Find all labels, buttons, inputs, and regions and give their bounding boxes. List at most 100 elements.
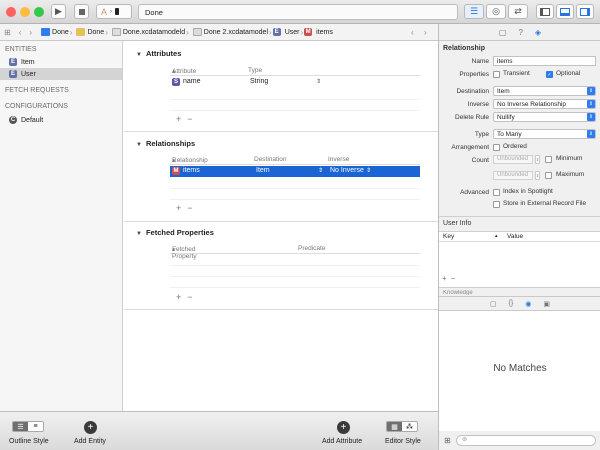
maximum-stepper[interactable]: ⇕ bbox=[535, 171, 540, 180]
graph-style-icon[interactable]: ⁂ bbox=[402, 422, 417, 431]
attributes-add-remove[interactable]: +− bbox=[176, 114, 199, 124]
chevron-updown-icon[interactable]: ⇕ bbox=[366, 167, 371, 174]
relationship-destination[interactable]: Item bbox=[256, 167, 270, 174]
file-template-icon[interactable]: ▢ bbox=[490, 300, 497, 308]
maximum-count-field[interactable]: Unbounded bbox=[493, 171, 533, 180]
stop-button[interactable] bbox=[74, 4, 89, 19]
toggle-navigator-button[interactable] bbox=[536, 4, 554, 19]
relationships-section-title[interactable]: ▼ Relationships bbox=[136, 139, 195, 148]
add-attribute-label[interactable]: Add Attribute bbox=[322, 438, 362, 445]
zoom-window-button[interactable] bbox=[34, 7, 44, 17]
relationship-row-selected[interactable]: M items Item ⇕ No Inverse ⇕ bbox=[170, 166, 420, 177]
attributes-section-title[interactable]: ▼ Attributes bbox=[136, 49, 181, 58]
object-library-icon[interactable]: ◉ bbox=[525, 300, 531, 308]
table-style-icon[interactable]: ▦ bbox=[387, 422, 402, 431]
destination-column-header[interactable]: Destination bbox=[254, 156, 287, 163]
bottom-panel-icon bbox=[560, 7, 570, 16]
predicate-column-header[interactable]: Predicate bbox=[298, 245, 325, 252]
file-inspector-icon[interactable]: ▢ bbox=[499, 28, 507, 37]
delete-rule-popup[interactable]: Nullify ⇕ bbox=[493, 112, 596, 122]
disclosure-triangle-icon[interactable]: ▼ bbox=[136, 52, 142, 58]
maximum-checkbox[interactable] bbox=[545, 172, 552, 179]
chevron-updown-icon[interactable]: ⇕ bbox=[318, 167, 323, 174]
breadcrumb-folder[interactable]: Done bbox=[87, 29, 104, 36]
breadcrumb-project[interactable]: Done bbox=[52, 29, 69, 36]
close-window-button[interactable] bbox=[6, 7, 16, 17]
relationship-inverse[interactable]: No Inverse bbox=[330, 167, 364, 174]
add-entity-label[interactable]: Add Entity bbox=[74, 438, 106, 445]
back-icon[interactable]: ‹ bbox=[15, 28, 26, 37]
type-column-header[interactable]: Type bbox=[248, 67, 262, 74]
entity-navigator: ENTITIES E Item E User FETCH REQUESTS CO… bbox=[0, 41, 123, 411]
minimum-checkbox[interactable] bbox=[545, 156, 552, 163]
optional-checkbox[interactable]: ✓ bbox=[546, 71, 553, 78]
editor-style-segmented[interactable]: ▦ ⁂ bbox=[386, 421, 418, 432]
breadcrumb-xcdatamodeld[interactable]: Done.xcdatamodeld bbox=[123, 29, 185, 36]
run-button[interactable]: ▶ bbox=[51, 4, 66, 19]
fetched-properties-add-remove[interactable]: +− bbox=[176, 292, 199, 302]
breadcrumb-relationship[interactable]: items bbox=[316, 29, 333, 36]
relationships-add-remove[interactable]: +− bbox=[176, 203, 199, 213]
inverse-popup[interactable]: No Inverse Relationship ⇕ bbox=[493, 99, 596, 109]
type-popup[interactable]: To Many ⇕ bbox=[493, 129, 596, 139]
forward-icon[interactable]: › bbox=[25, 28, 36, 37]
disclosure-triangle-icon[interactable]: ▼ bbox=[136, 142, 142, 148]
user-info-title: User Info bbox=[443, 220, 472, 227]
chevron-updown-icon: ⇕ bbox=[587, 87, 595, 95]
inverse-column-header[interactable]: Inverse bbox=[328, 156, 349, 163]
value-column-header[interactable]: Value bbox=[507, 233, 523, 240]
quick-help-icon[interactable]: ? bbox=[518, 28, 522, 37]
grid-view-icon[interactable]: ⊞ bbox=[444, 436, 451, 445]
hierarchy-style-icon[interactable]: ≡ bbox=[28, 422, 43, 431]
attribute-row[interactable]: S name String ⇕ bbox=[170, 77, 420, 88]
disclosure-triangle-icon[interactable]: ▼ bbox=[136, 231, 142, 237]
library-tabs: ▢ {} ◉ ▣ bbox=[439, 296, 600, 311]
to-many-relationship-icon: M bbox=[172, 167, 180, 175]
fetched-properties-section-title[interactable]: ▼ Fetched Properties bbox=[136, 228, 214, 237]
minimum-count-field[interactable]: Unbounded bbox=[493, 155, 533, 164]
toggle-debug-button[interactable] bbox=[556, 4, 574, 19]
ordered-checkbox[interactable] bbox=[493, 144, 500, 151]
entity-icon: E bbox=[272, 28, 281, 36]
chevron-updown-icon[interactable]: ⇕ bbox=[316, 78, 321, 85]
transient-checkbox[interactable] bbox=[493, 71, 500, 78]
media-library-icon[interactable]: ▣ bbox=[543, 300, 550, 308]
relationship-column-header[interactable]: Relationship ▴ bbox=[172, 156, 208, 164]
entities-header: ENTITIES bbox=[5, 46, 37, 53]
fetched-properties-table-header: Fetched Property ▴ Predicate bbox=[170, 244, 420, 260]
index-spotlight-checkbox[interactable] bbox=[493, 189, 500, 196]
attribute-column-header[interactable]: Attribute ▴ bbox=[172, 67, 196, 75]
breadcrumb-xcdatamodel[interactable]: Done 2.xcdatamodel bbox=[204, 29, 268, 36]
fetched-property-column-header[interactable]: Fetched Property ▴ bbox=[172, 245, 197, 260]
sidebar-item-entity[interactable]: E Item bbox=[0, 56, 122, 68]
relationship-name-field[interactable]: items bbox=[493, 56, 596, 66]
standard-editor-button[interactable]: ☰ bbox=[464, 4, 484, 19]
code-snippet-icon[interactable]: {} bbox=[509, 300, 514, 307]
version-editor-button[interactable]: ⇄ bbox=[508, 4, 528, 19]
sidebar-item-entity-selected[interactable]: E User bbox=[0, 68, 122, 80]
data-model-inspector-icon[interactable]: ◈ bbox=[535, 28, 541, 37]
destination-popup[interactable]: Item ⇕ bbox=[493, 86, 596, 96]
add-entity-button[interactable]: + bbox=[84, 421, 97, 434]
minimize-window-button[interactable] bbox=[20, 7, 30, 17]
key-column-header[interactable]: Key bbox=[443, 233, 454, 240]
minimum-stepper[interactable]: ⇕ bbox=[535, 155, 540, 164]
model-version-icon bbox=[192, 28, 202, 36]
next-issue-icon[interactable]: › bbox=[420, 28, 431, 37]
user-info-add-remove[interactable]: +− bbox=[442, 274, 459, 283]
list-style-icon[interactable]: ☰ bbox=[13, 422, 28, 431]
toggle-utilities-button[interactable] bbox=[576, 4, 594, 19]
library-filter-input[interactable]: ⊜ bbox=[456, 435, 596, 446]
previous-issue-icon[interactable]: ‹ bbox=[407, 28, 418, 37]
assistant-editor-button[interactable]: ◎ bbox=[486, 4, 506, 19]
outline-style-segmented[interactable]: ☰ ≡ bbox=[12, 421, 44, 432]
external-record-checkbox[interactable] bbox=[493, 201, 500, 208]
scheme-selector[interactable]: A › bbox=[96, 4, 132, 19]
sidebar-item-configuration[interactable]: C Default bbox=[0, 114, 122, 126]
attribute-type[interactable]: String bbox=[250, 78, 268, 85]
left-panel-icon bbox=[540, 7, 550, 16]
name-label: Name bbox=[471, 58, 489, 65]
related-items-icon[interactable]: ⊞ bbox=[0, 28, 15, 37]
breadcrumb-entity[interactable]: User bbox=[285, 29, 300, 36]
add-attribute-button[interactable]: + bbox=[337, 421, 350, 434]
